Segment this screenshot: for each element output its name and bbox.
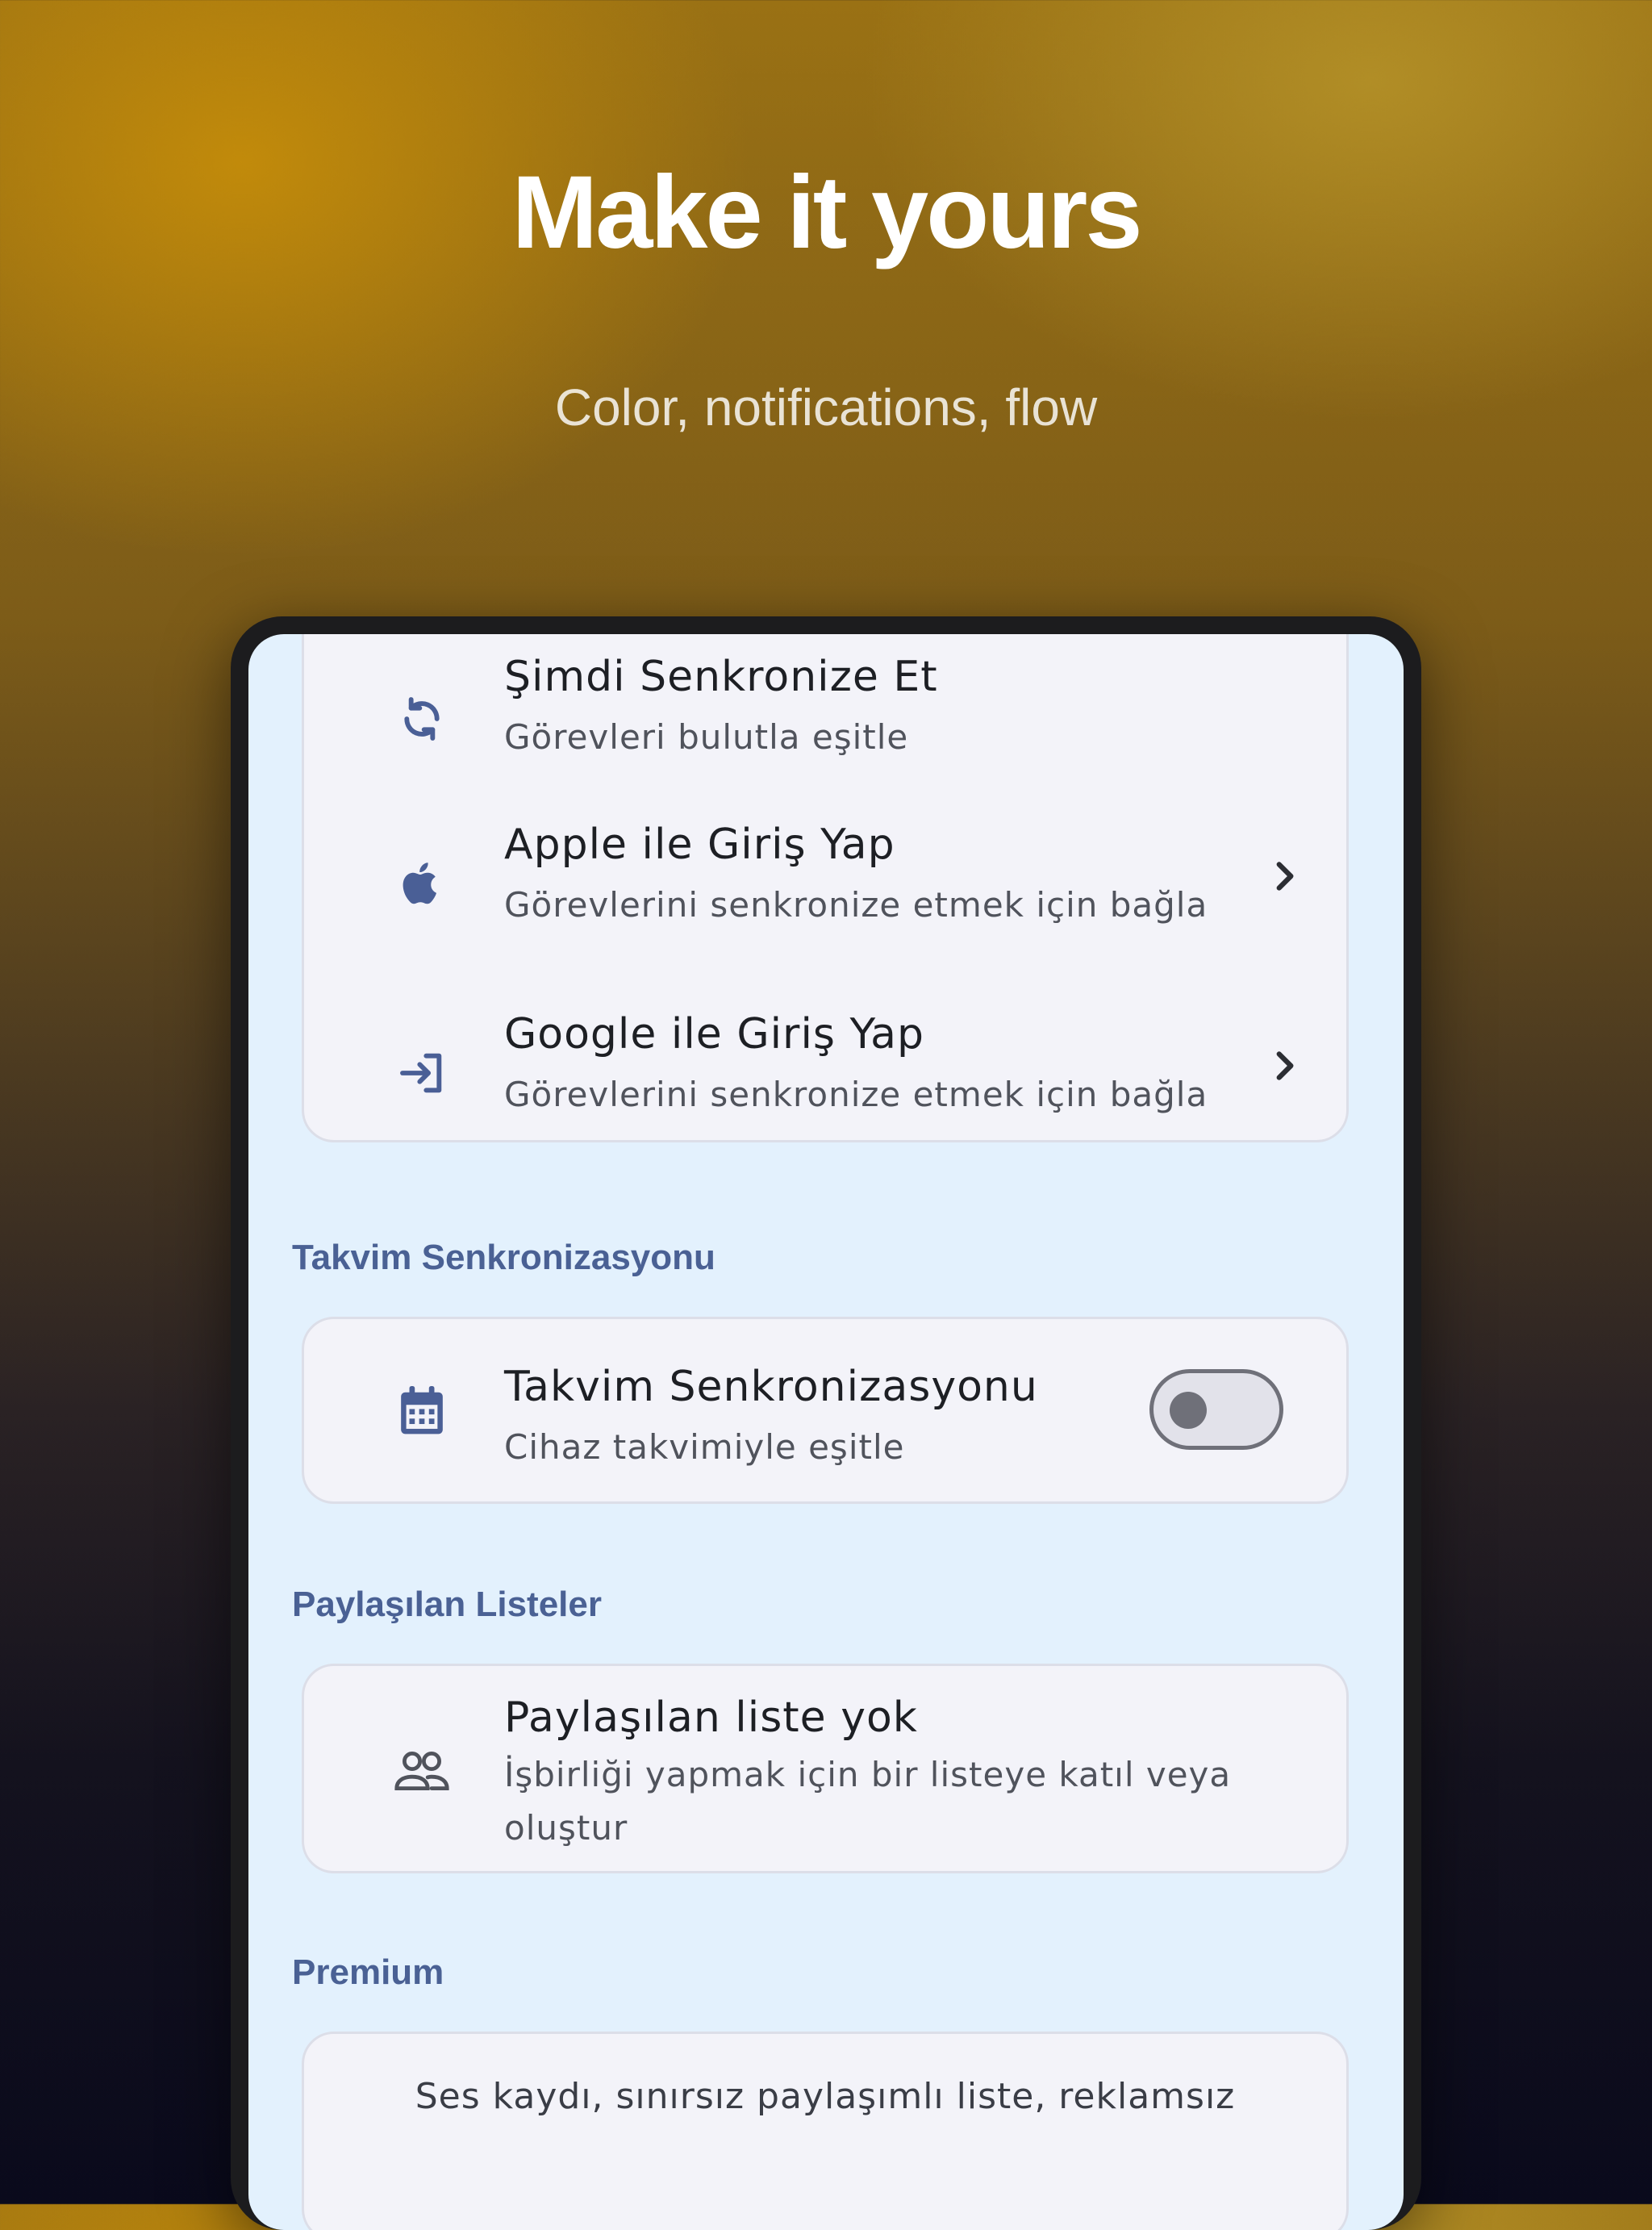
settings-screen: Şimdi Senkronize Et Görevleri bulutla eş…: [248, 634, 1404, 2230]
chevron-right-icon: [1276, 1051, 1294, 1080]
premium-section-header: Premium: [292, 1952, 444, 1992]
shared-lists-card: Paylaşılan liste yok İşbirliği yapmak iç…: [302, 1664, 1349, 1873]
premium-card[interactable]: Ses kaydı, sınırsız paylaşımlı liste, re…: [302, 2032, 1349, 2230]
calendar-sync-toggle[interactable]: [1149, 1369, 1283, 1450]
apple-signin-row[interactable]: Apple ile Giriş Yap Görevlerini senkroni…: [304, 814, 1346, 1004]
premium-features-text: Ses kaydı, sınırsız paylaşımlı liste, re…: [415, 2076, 1236, 2117]
login-icon: [393, 1044, 451, 1102]
shared-lists-row: Paylaşılan liste yok İşbirliği yapmak iç…: [304, 1666, 1346, 1876]
google-signin-row[interactable]: Google ile Giriş Yap Görevlerini senkron…: [304, 1004, 1346, 1145]
account-card: Şimdi Senkronize Et Görevleri bulutla eş…: [302, 634, 1349, 1142]
shared-lists-section-header: Paylaşılan Listeler: [292, 1585, 602, 1624]
calendar-section-header: Takvim Senkronizasyonu: [292, 1238, 715, 1277]
calendar-card: Takvim Senkronizasyonu Cihaz takvimiyle …: [302, 1317, 1349, 1504]
google-signin-title: Google ile Giriş Yap: [504, 1010, 924, 1059]
sync-now-row[interactable]: Şimdi Senkronize Et Görevleri bulutla eş…: [304, 637, 1346, 814]
apple-icon: [393, 854, 451, 912]
headline: Make it yours: [511, 155, 1142, 270]
sync-icon: [393, 690, 451, 748]
sync-now-title: Şimdi Senkronize Et: [504, 653, 938, 701]
sync-now-subtitle: Görevleri bulutla eşitle: [504, 717, 909, 757]
shared-lists-subtitle: İşbirliği yapmak için bir listeye katıl …: [504, 1755, 1232, 1848]
google-signin-subtitle: Görevlerini senkronize etmek için bağla: [504, 1075, 1208, 1114]
calendar-icon: [393, 1382, 451, 1440]
apple-signin-subtitle: Görevlerini senkronize etmek için bağla: [504, 885, 1208, 925]
apple-signin-title: Apple ile Giriş Yap: [504, 821, 895, 869]
shared-lists-title: Paylaşılan liste yok: [504, 1693, 918, 1742]
people-icon: [393, 1742, 451, 1800]
toggle-knob: [1170, 1392, 1207, 1429]
calendar-sync-title: Takvim Senkronizasyonu: [504, 1363, 1038, 1411]
tablet-frame: Şimdi Senkronize Et Görevleri bulutla eş…: [231, 616, 1421, 2230]
chevron-right-icon: [1276, 862, 1294, 891]
calendar-sync-row[interactable]: Takvim Senkronizasyonu Cihaz takvimiyle …: [304, 1319, 1346, 1506]
subheadline: Color, notifications, flow: [554, 378, 1098, 436]
